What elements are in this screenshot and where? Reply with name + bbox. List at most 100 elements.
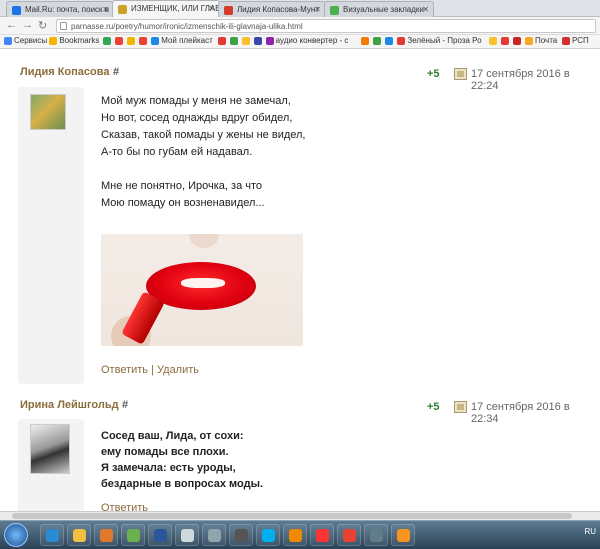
comment-text: Мой муж помады у меня не замечал, Но вот… xyxy=(101,95,306,209)
bookmark-icon xyxy=(501,37,509,45)
back-arrow-icon[interactable]: ← xyxy=(6,19,17,31)
bookmark-label: Мой плейкаст xyxy=(161,36,213,45)
bookmark-item[interactable]: Мой плейкаст xyxy=(151,36,213,45)
page-content: Лидия Копасова # +5 17 сентября 2016 в 2… xyxy=(0,49,600,520)
tab-lidia[interactable]: Лидия Копасова-Мунт ✕ xyxy=(218,1,326,17)
scrollbar-thumb[interactable] xyxy=(12,513,572,519)
bookmark-icon xyxy=(217,37,226,45)
bookmark-icon xyxy=(49,37,58,45)
tab-mail-label: Mail.Ru: почта, поиск в xyxy=(25,5,110,14)
browser-tab-bar: Mail.Ru: почта, поиск в ✕ ИЗМЕНЩИК, ИЛИ … xyxy=(0,0,600,17)
language-indicator[interactable]: RU xyxy=(584,527,596,536)
mic-taskbar-button[interactable] xyxy=(229,524,253,546)
yandex-icon xyxy=(316,529,329,542)
parnasse-favicon-icon xyxy=(118,5,127,14)
comment-author[interactable]: Ирина Лейшгольд xyxy=(20,399,119,411)
avatar[interactable] xyxy=(30,424,70,474)
delete-link[interactable]: Удалить xyxy=(157,364,199,376)
close-icon[interactable]: ✕ xyxy=(422,5,429,14)
reply-link[interactable]: Ответить xyxy=(101,364,148,376)
folder-taskbar-button[interactable] xyxy=(67,524,91,546)
bookmark-icon xyxy=(241,37,250,45)
comment-text: Сосед ваш, Лида, от сохи: ему помады все… xyxy=(101,430,264,490)
notepad-taskbar-button[interactable] xyxy=(175,524,199,546)
taskbar: RU xyxy=(0,520,600,549)
horizontal-scrollbar[interactable] xyxy=(0,511,600,520)
comment-sidebar xyxy=(18,87,84,384)
bookmark-label: РСП xyxy=(572,36,589,45)
comment-actions: Ответить | Удалить xyxy=(101,364,199,376)
page-info-icon[interactable] xyxy=(60,22,67,30)
ie-icon xyxy=(46,529,59,542)
vlc-taskbar-button[interactable] xyxy=(283,524,307,546)
address-bar: ← → ↻ parnasse.ru/poetry/humor/ironic/iz… xyxy=(0,17,600,35)
bookmark-item[interactable]: Почта xyxy=(525,36,557,45)
bookmark-icon xyxy=(103,37,112,45)
ok-taskbar-button[interactable] xyxy=(391,524,415,546)
close-icon[interactable]: ✕ xyxy=(102,5,109,14)
bookmark-icon xyxy=(562,37,570,45)
bookmark-icon xyxy=(489,37,497,45)
close-icon[interactable]: ✕ xyxy=(208,4,215,13)
comment-anchor[interactable]: # xyxy=(122,399,128,411)
photo-taskbar-button[interactable] xyxy=(202,524,226,546)
url-input[interactable]: parnasse.ru/poetry/humor/ironic/izmensch… xyxy=(56,19,596,33)
tab-visual-bookmarks-label: Визуальные закладки xyxy=(343,5,424,14)
bookmark-item[interactable]: Зелёный - Проза Ро xyxy=(397,36,482,45)
tab-izmenschik-label: ИЗМЕНЩИК, ИЛИ ГЛАВ xyxy=(131,4,220,13)
media-icon xyxy=(100,529,113,542)
chrome-taskbar-button[interactable] xyxy=(337,524,361,546)
bookmark-label: Зелёный - Проза Ро xyxy=(407,36,482,45)
bookmark-icon xyxy=(151,37,160,45)
bookmark-icon xyxy=(385,37,394,45)
bookmark-icon xyxy=(127,37,136,45)
chrome-icon xyxy=(343,529,356,542)
bookmark-label: Почта xyxy=(535,36,558,45)
bookmark-icon xyxy=(229,37,238,45)
comment-rating: +5 xyxy=(427,401,440,413)
folder-icon xyxy=(73,529,86,542)
bookmarks-bar: Сервисы Bookmarks Мой плейкаст аудио конвер… xyxy=(0,35,600,49)
reload-icon[interactable]: ↻ xyxy=(38,19,47,32)
skype-taskbar-button[interactable] xyxy=(256,524,280,546)
bookmark-label: Сервисы xyxy=(14,36,48,45)
avatar[interactable] xyxy=(30,94,66,130)
calendar-icon xyxy=(454,401,467,413)
tab-mail[interactable]: Mail.Ru: почта, поиск в ✕ xyxy=(6,1,114,17)
tab-visual-bookmarks[interactable]: Визуальные закладки ✕ xyxy=(324,1,434,17)
tool-taskbar-button[interactable] xyxy=(364,524,388,546)
bookmark-icon xyxy=(4,37,12,45)
bookmark-item[interactable]: Сервисы xyxy=(4,36,47,45)
media-taskbar-button[interactable] xyxy=(94,524,118,546)
word-taskbar-button[interactable] xyxy=(148,524,172,546)
bookmark-label: аудио конвертер - c xyxy=(275,36,349,45)
bookmark-icon xyxy=(265,37,274,45)
close-icon[interactable]: ✕ xyxy=(314,5,321,14)
comment-author[interactable]: Лидия Копасова xyxy=(20,66,109,78)
bookmark-item[interactable]: РСП xyxy=(562,36,589,45)
bookmark-icon xyxy=(397,37,406,45)
bookmark-label: Bookmarks xyxy=(59,36,100,45)
bookmark-icon xyxy=(525,37,533,45)
forward-arrow-icon[interactable]: → xyxy=(22,19,33,31)
actions-separator: | xyxy=(151,364,154,376)
lidia-favicon-icon xyxy=(224,6,233,15)
calendar-icon xyxy=(454,68,467,80)
bookmark-icon xyxy=(253,37,262,45)
yandex-taskbar-button[interactable] xyxy=(310,524,334,546)
ie-taskbar-button[interactable] xyxy=(40,524,64,546)
comment-rating: +5 xyxy=(427,68,440,80)
bookmark-item[interactable]: аудио конвертер - c xyxy=(265,36,349,45)
comment-date: 17 сентября 2016 в 22:34 xyxy=(471,401,570,425)
mail-favicon-icon xyxy=(12,6,21,15)
mic-icon xyxy=(235,529,248,542)
paint-icon xyxy=(127,529,140,542)
tab-izmenschik[interactable]: ИЗМЕНЩИК, ИЛИ ГЛАВ ✕ xyxy=(112,0,220,17)
notepad-icon xyxy=(181,529,194,542)
bookmark-icon xyxy=(373,37,382,45)
comment-anchor[interactable]: # xyxy=(113,66,119,78)
start-button[interactable] xyxy=(4,523,28,547)
bookmark-icon xyxy=(115,37,124,45)
bookmark-item[interactable]: Bookmarks xyxy=(49,36,99,45)
paint-taskbar-button[interactable] xyxy=(121,524,145,546)
